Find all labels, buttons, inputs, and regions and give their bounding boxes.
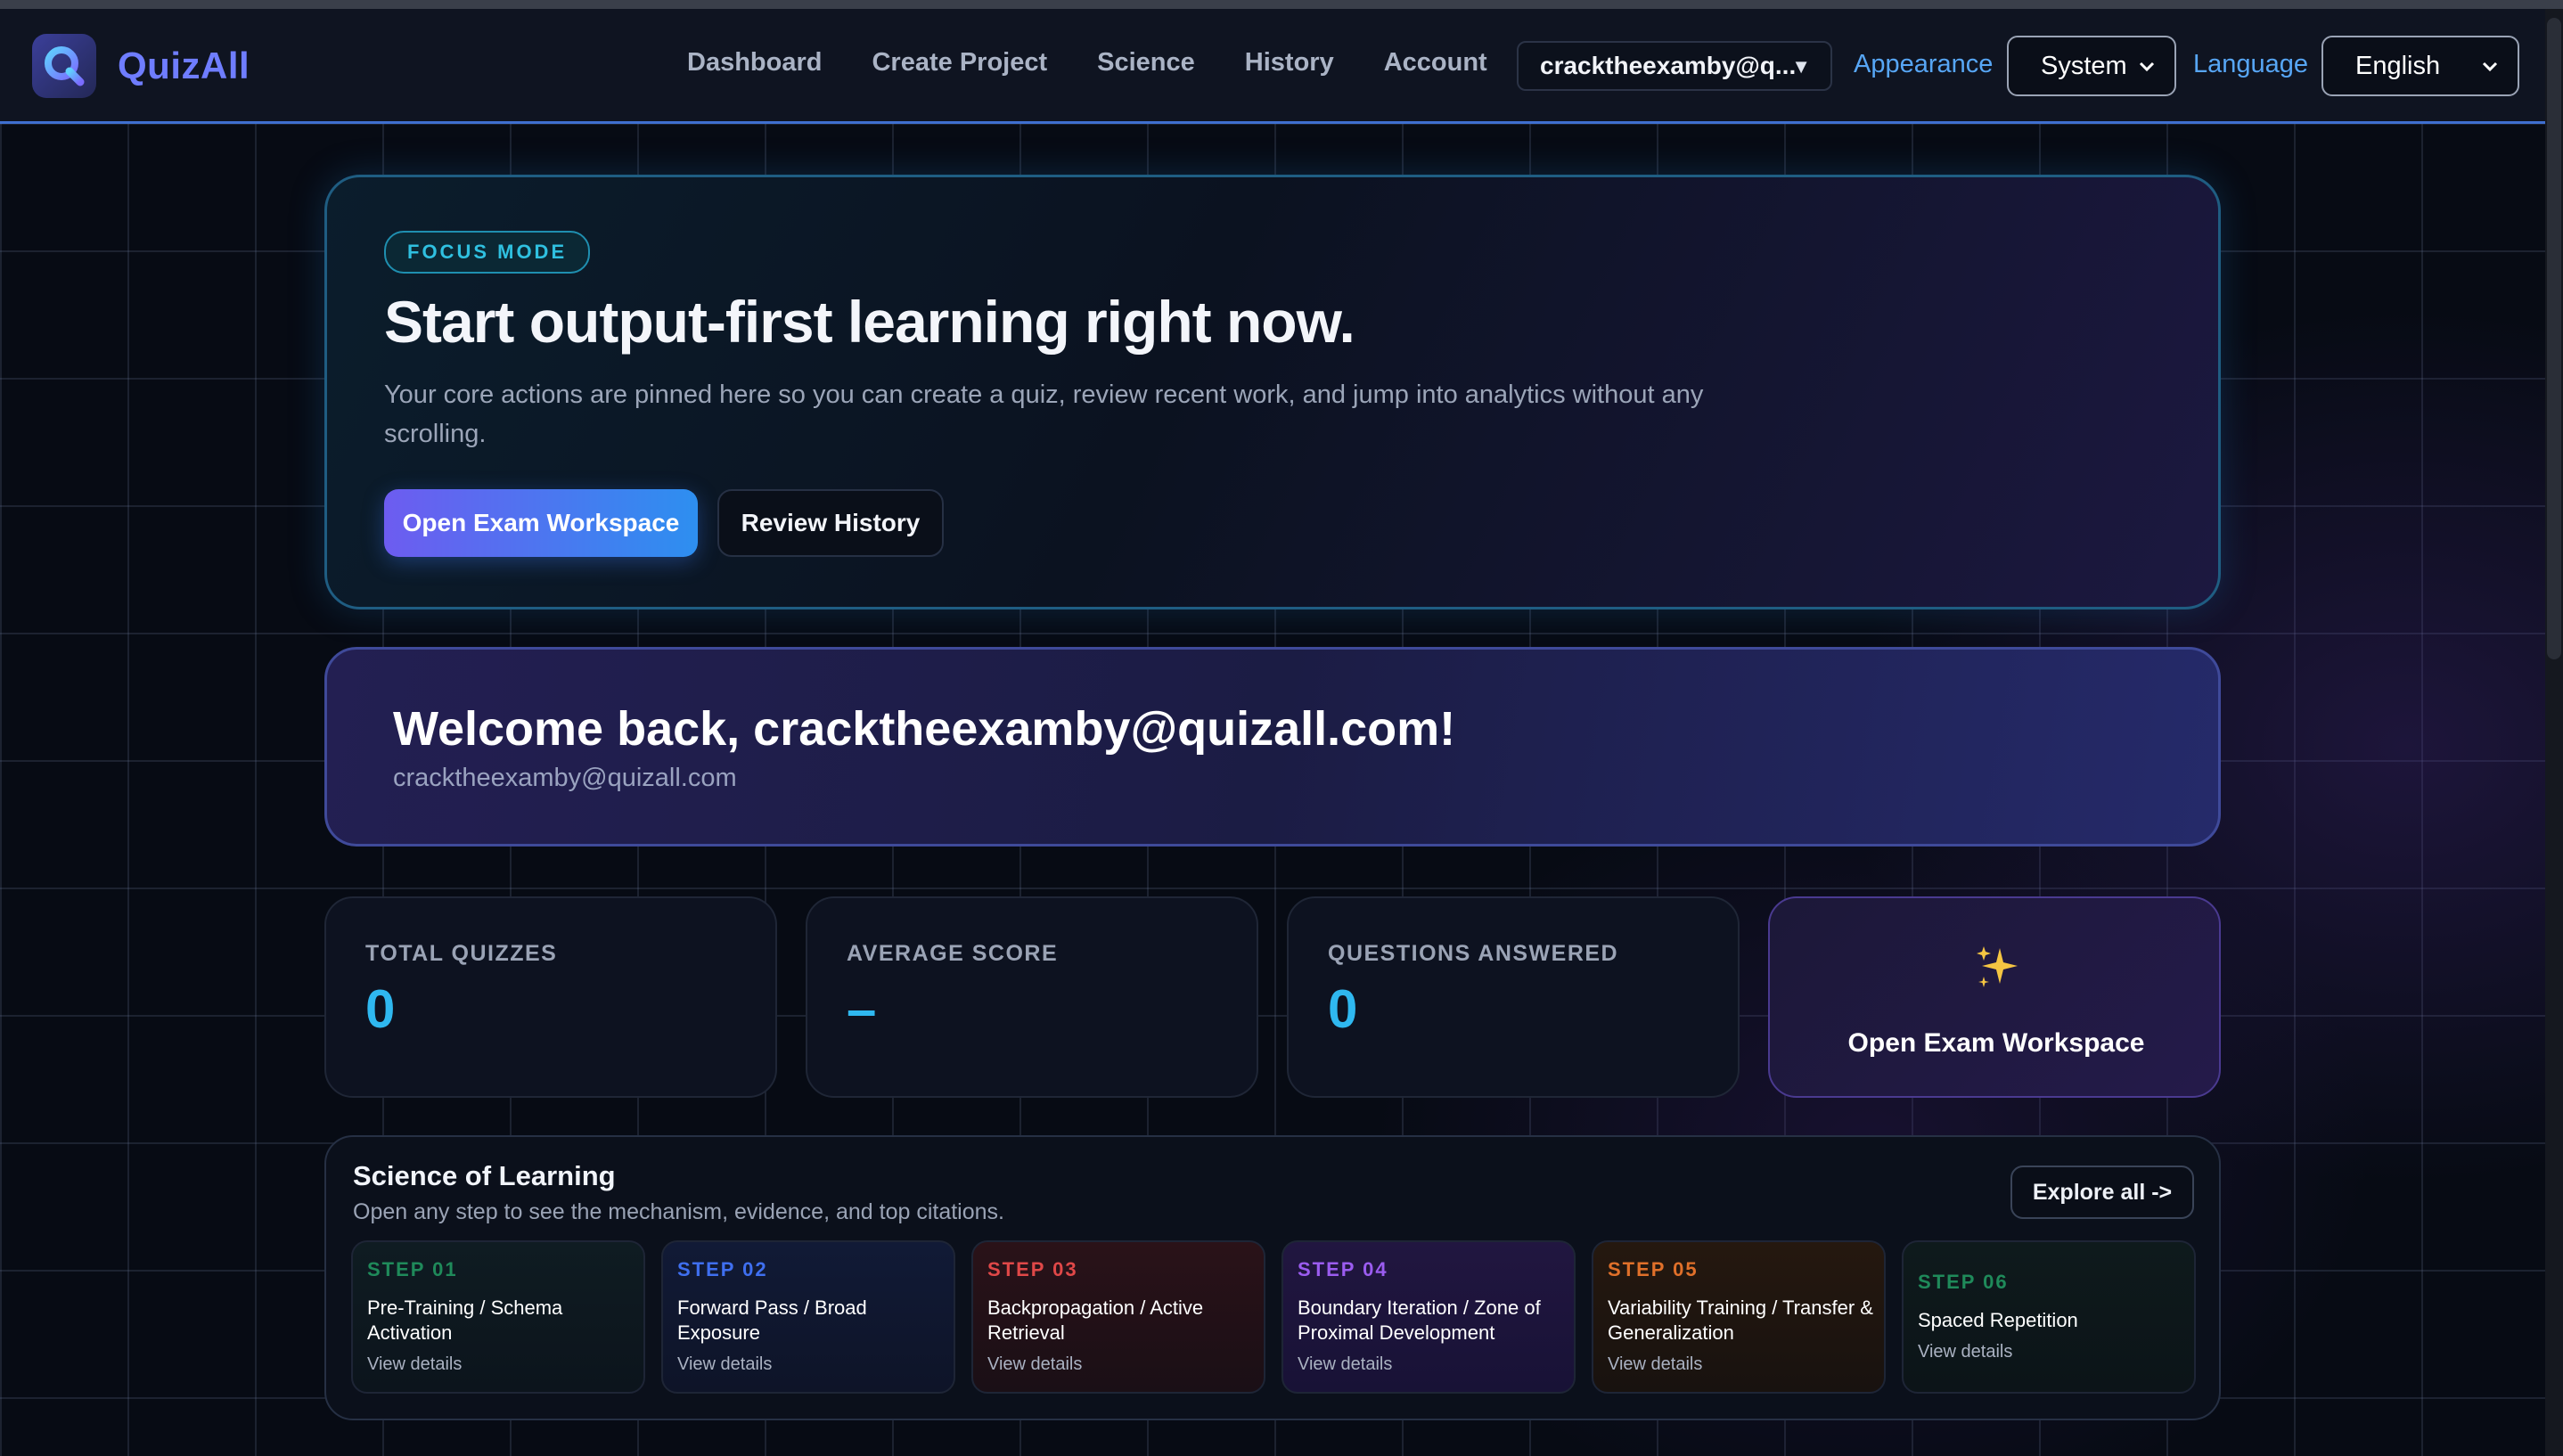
step-title: Spaced Repetition — [1918, 1309, 2078, 1331]
hero-description: Your core actions are pinned here so you… — [384, 380, 1704, 448]
step-details-link[interactable]: View details — [1918, 1342, 2012, 1362]
stat-value: – — [847, 979, 877, 1039]
app-name: QuizAll — [118, 45, 250, 86]
explore-all-button[interactable]: Explore all -> — [2010, 1166, 2194, 1219]
step-number: STEP 02 — [677, 1258, 768, 1280]
caret-down-icon: ▼ — [1791, 55, 1811, 78]
step-card-02[interactable]: STEP 02 Forward Pass / Broad Exposure Vi… — [661, 1240, 955, 1394]
welcome-title: Welcome back, cracktheexamby@quizall.com… — [393, 702, 1456, 756]
stat-label: QUESTIONS ANSWERED — [1328, 941, 1619, 966]
user-account-value: cracktheexamby@q... — [1540, 52, 1797, 79]
welcome-email: cracktheexamby@quizall.com — [393, 764, 737, 792]
nav-dashboard[interactable]: Dashboard — [687, 48, 822, 78]
nav-create-project[interactable]: Create Project — [872, 48, 1047, 78]
step-title: Pre-Training / Schema Activation — [367, 1296, 563, 1344]
focus-mode-badge: FOCUS MODE — [384, 231, 591, 274]
step-details-link[interactable]: View details — [677, 1354, 772, 1375]
step-details-link[interactable]: View details — [987, 1354, 1082, 1375]
step-card-03[interactable]: STEP 03 Backpropagation / Active Retriev… — [971, 1240, 1265, 1394]
step-details-link[interactable]: View details — [1298, 1354, 1392, 1375]
step-title: Backpropagation / Active Retrieval — [987, 1296, 1204, 1344]
chevron-down-icon — [2137, 53, 2157, 85]
stat-card-total-quizzes: TOTAL QUIZZES 0 — [324, 896, 777, 1098]
nav-history[interactable]: History — [1245, 48, 1334, 78]
focus-mode-hero-card: FOCUS MODE Start output-first learning r… — [324, 175, 2221, 609]
nav-account[interactable]: Account — [1384, 48, 1487, 78]
step-details-link[interactable]: View details — [1608, 1354, 1702, 1375]
app-logo[interactable]: QuizAll — [32, 34, 250, 98]
review-history-button[interactable]: Review History — [717, 489, 944, 557]
stat-value: 0 — [1328, 979, 1358, 1039]
welcome-card: Welcome back, cracktheexamby@quizall.com… — [324, 647, 2221, 847]
open-exam-workspace-card[interactable]: Open Exam Workspace — [1768, 896, 2221, 1098]
appearance-select[interactable]: System — [2007, 36, 2176, 96]
open-exam-workspace-card-label: Open Exam Workspace — [1847, 1028, 2145, 1058]
step-number: STEP 05 — [1608, 1258, 1699, 1280]
language-value: English — [2355, 51, 2441, 80]
stat-card-questions-answered: QUESTIONS ANSWERED 0 — [1287, 896, 1740, 1098]
quiz-logo-icon — [32, 34, 96, 98]
open-exam-workspace-button[interactable]: Open Exam Workspace — [384, 489, 698, 557]
language-label: Language — [2193, 50, 2309, 78]
hero-title: Start output-first learning right now. — [384, 289, 1355, 355]
science-subtitle: Open any step to see the mechanism, evid… — [353, 1199, 1004, 1224]
science-title: Science of Learning — [353, 1160, 616, 1191]
step-number: STEP 06 — [1918, 1271, 2009, 1293]
main-nav: Dashboard Create Project Science History… — [687, 48, 1537, 78]
appearance-label: Appearance — [1854, 50, 1994, 78]
appearance-value: System — [2041, 51, 2127, 80]
window-top-bar — [0, 0, 2563, 9]
step-number: STEP 03 — [987, 1258, 1078, 1280]
top-navigation-bar: QuizAll Dashboard Create Project Science… — [0, 9, 2545, 124]
step-title: Forward Pass / Broad Exposure — [677, 1296, 867, 1344]
sparkles-icon — [1971, 943, 2021, 997]
step-number: STEP 01 — [367, 1258, 458, 1280]
nav-science[interactable]: Science — [1097, 48, 1195, 78]
stat-label: TOTAL QUIZZES — [365, 941, 558, 966]
chevron-down-icon — [2480, 53, 2500, 85]
step-card-05[interactable]: STEP 05 Variability Training / Transfer … — [1592, 1240, 1886, 1394]
science-of-learning-panel: Science of Learning Open any step to see… — [324, 1135, 2221, 1420]
step-card-04[interactable]: STEP 04 Boundary Iteration / Zone of Pro… — [1282, 1240, 1576, 1394]
page-scrollbar-thumb[interactable] — [2547, 18, 2561, 659]
stat-label: AVERAGE SCORE — [847, 941, 1059, 966]
step-details-link[interactable]: View details — [367, 1354, 462, 1375]
step-title: Boundary Iteration / Zone of Proximal De… — [1298, 1296, 1541, 1344]
step-card-01[interactable]: STEP 01 Pre-Training / Schema Activation… — [351, 1240, 645, 1394]
step-title: Variability Training / Transfer & Genera… — [1608, 1296, 1873, 1344]
step-card-06[interactable]: STEP 06 Spaced Repetition View details — [1902, 1240, 2196, 1394]
stat-value: 0 — [365, 979, 396, 1039]
language-select[interactable]: English — [2321, 36, 2519, 96]
step-number: STEP 04 — [1298, 1258, 1388, 1280]
stat-card-average-score: AVERAGE SCORE – — [806, 896, 1258, 1098]
user-account-select[interactable]: cracktheexamby@q... ▼ — [1517, 41, 1832, 91]
